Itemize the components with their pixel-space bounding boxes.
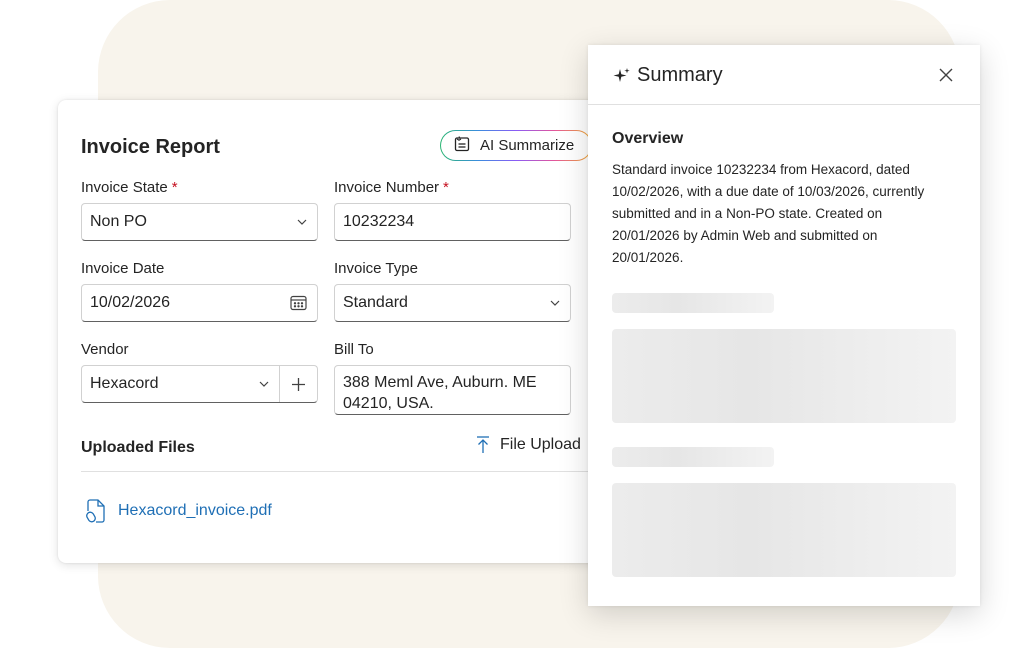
chevron-down-icon (297, 219, 307, 225)
skeleton-block-2 (612, 483, 956, 577)
required-mark: * (171, 179, 178, 196)
invoice-date-value: 10/02/2026 (90, 294, 171, 311)
skeleton-block-1 (612, 329, 956, 423)
uploaded-files-title: Uploaded Files (81, 439, 195, 456)
required-mark: * (443, 179, 449, 196)
invoice-type-value: Standard (343, 294, 408, 311)
overview-heading: Overview (612, 130, 684, 147)
file-upload-label: File Upload (500, 436, 581, 453)
invoice-number-value: 10232234 (343, 213, 415, 230)
close-icon[interactable] (938, 67, 954, 83)
calendar-icon[interactable] (290, 295, 307, 311)
chevron-down-icon[interactable] (259, 381, 269, 387)
add-vendor-button[interactable] (279, 366, 317, 402)
invoice-date-picker[interactable]: 10/02/2026 (81, 284, 318, 322)
section-divider (81, 471, 618, 472)
file-name-link: Hexacord_invoice.pdf (118, 502, 272, 519)
sparkle-icon (613, 67, 630, 82)
summary-title: Summary (637, 64, 723, 86)
bill-to-textarea[interactable]: 388 Meml Ave, Auburn. ME 04210, USA. (334, 365, 571, 415)
summary-title-group: Summary (613, 64, 723, 87)
file-upload-button[interactable]: File Upload (476, 436, 581, 454)
invoice-date-label: Invoice Date (81, 260, 165, 277)
summary-panel-header: Summary (588, 45, 980, 105)
pdf-file-icon (86, 499, 105, 523)
invoice-card: Invoice Report AI Summarize Invoice Stat… (58, 100, 618, 563)
ai-summarize-label: AI Summarize (480, 137, 575, 154)
vendor-label: Vendor (81, 341, 129, 358)
invoice-state-label: Invoice State * (81, 179, 178, 196)
uploaded-file-item[interactable]: Hexacord_invoice.pdf (86, 498, 272, 524)
vendor-value: Hexacord (90, 375, 159, 392)
skeleton-heading-1 (612, 293, 774, 313)
invoice-number-input[interactable]: 10232234 (334, 203, 571, 241)
vendor-combobox[interactable]: Hexacord (81, 365, 318, 403)
bill-to-label: Bill To (334, 341, 374, 358)
skeleton-heading-2 (612, 447, 774, 467)
ai-document-icon (453, 135, 471, 157)
ai-summarize-button[interactable]: AI Summarize (440, 130, 592, 161)
invoice-type-label: Invoice Type (334, 260, 418, 277)
summary-panel: Summary Overview Standard invoice 102322… (588, 45, 980, 606)
overview-text: Standard invoice 10232234 from Hexacord,… (612, 162, 925, 265)
invoice-state-value: Non PO (90, 213, 147, 230)
card-title: Invoice Report (81, 136, 220, 158)
upload-arrow-icon (477, 436, 489, 453)
bill-to-line1: 388 Meml Ave, Auburn. ME (343, 374, 537, 391)
invoice-state-dropdown[interactable]: Non PO (81, 203, 318, 241)
bill-to-line2: 04210, USA. (343, 395, 434, 412)
chevron-down-icon (550, 300, 560, 306)
invoice-type-dropdown[interactable]: Standard (334, 284, 571, 322)
plus-icon (292, 377, 305, 391)
invoice-number-label: Invoice Number * (334, 179, 449, 196)
